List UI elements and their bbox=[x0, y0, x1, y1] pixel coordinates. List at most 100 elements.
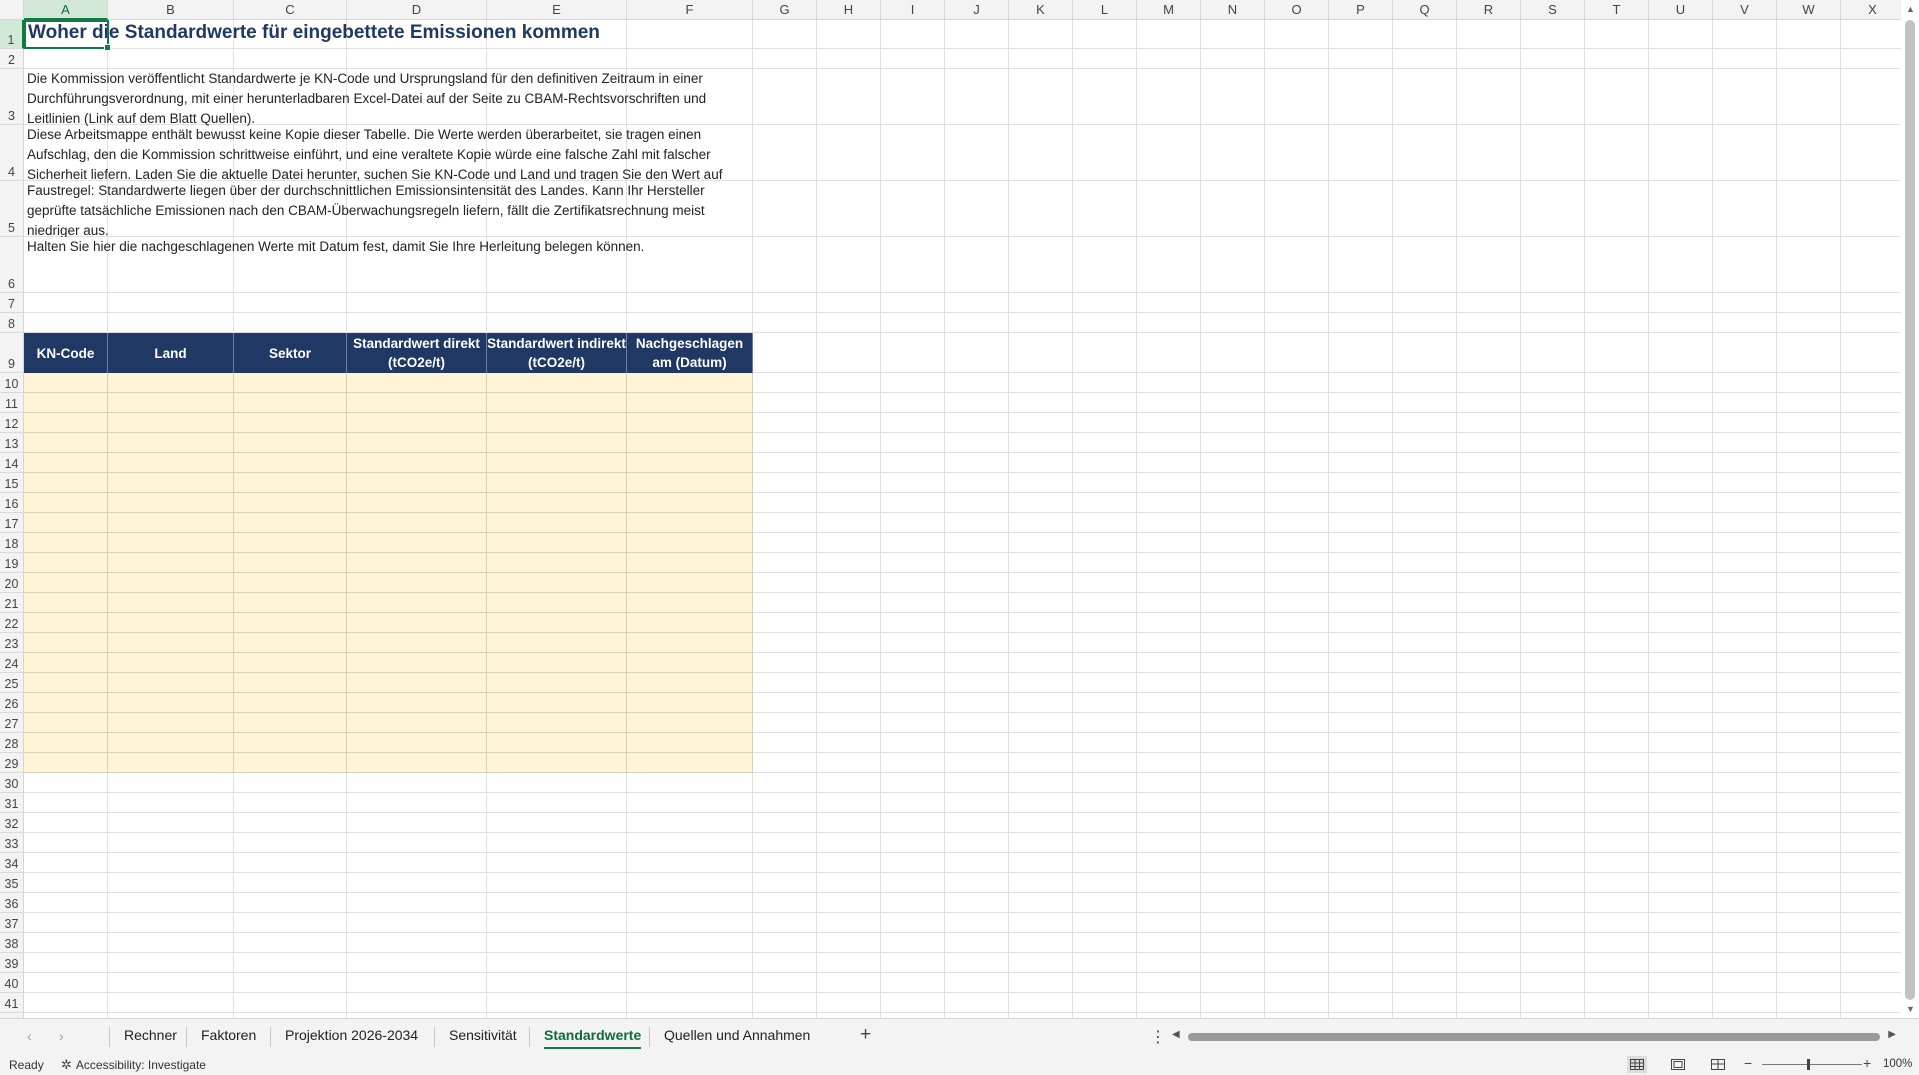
column-header-n[interactable]: N bbox=[1201, 0, 1265, 20]
input-cell-d26[interactable] bbox=[347, 693, 487, 713]
input-cell-e12[interactable] bbox=[487, 413, 627, 433]
column-header-o[interactable]: O bbox=[1265, 0, 1329, 20]
input-cell-d21[interactable] bbox=[347, 593, 487, 613]
input-cell-e24[interactable] bbox=[487, 653, 627, 673]
input-cell-a10[interactable] bbox=[24, 373, 108, 393]
input-cell-f21[interactable] bbox=[627, 593, 753, 613]
sheet-tab[interactable]: Standardwerte bbox=[544, 1027, 642, 1049]
accessibility-status[interactable]: ✲ Accessibility: Investigate bbox=[61, 1057, 206, 1073]
input-cell-a17[interactable] bbox=[24, 513, 108, 533]
row-header-1[interactable]: 1 bbox=[0, 20, 24, 49]
input-cell-f17[interactable] bbox=[627, 513, 753, 533]
input-cell-e29[interactable] bbox=[487, 753, 627, 773]
input-cell-e17[interactable] bbox=[487, 513, 627, 533]
input-cell-b29[interactable] bbox=[108, 753, 234, 773]
input-cell-f15[interactable] bbox=[627, 473, 753, 493]
input-cell-b28[interactable] bbox=[108, 733, 234, 753]
input-cell-c13[interactable] bbox=[234, 433, 347, 453]
row-header-20[interactable]: 20 bbox=[0, 573, 24, 593]
input-cell-a21[interactable] bbox=[24, 593, 108, 613]
input-cell-c20[interactable] bbox=[234, 573, 347, 593]
row-header-28[interactable]: 28 bbox=[0, 733, 24, 753]
input-cell-e18[interactable] bbox=[487, 533, 627, 553]
vertical-scrollbar[interactable]: ▲ ▼ bbox=[1901, 0, 1919, 1018]
input-cell-f28[interactable] bbox=[627, 733, 753, 753]
input-cell-a11[interactable] bbox=[24, 393, 108, 413]
column-header-k[interactable]: K bbox=[1009, 0, 1073, 20]
input-cell-e27[interactable] bbox=[487, 713, 627, 733]
input-cell-c14[interactable] bbox=[234, 453, 347, 473]
row-header-13[interactable]: 13 bbox=[0, 433, 24, 453]
row-header-27[interactable]: 27 bbox=[0, 713, 24, 733]
column-header-b[interactable]: B bbox=[108, 0, 234, 20]
input-cell-a18[interactable] bbox=[24, 533, 108, 553]
input-cell-b17[interactable] bbox=[108, 513, 234, 533]
row-header-29[interactable]: 29 bbox=[0, 753, 24, 773]
normal-view-button[interactable] bbox=[1627, 1056, 1647, 1073]
input-cell-b13[interactable] bbox=[108, 433, 234, 453]
select-all-corner[interactable] bbox=[0, 0, 24, 20]
input-cell-e13[interactable] bbox=[487, 433, 627, 453]
input-cell-e21[interactable] bbox=[487, 593, 627, 613]
input-cell-c29[interactable] bbox=[234, 753, 347, 773]
row-header-14[interactable]: 14 bbox=[0, 453, 24, 473]
column-header-r[interactable]: R bbox=[1457, 0, 1521, 20]
tab-scroll-right-icon[interactable]: › bbox=[59, 1028, 64, 1044]
input-cell-c26[interactable] bbox=[234, 693, 347, 713]
input-cell-e20[interactable] bbox=[487, 573, 627, 593]
row-header-31[interactable]: 31 bbox=[0, 793, 24, 813]
input-cell-b19[interactable] bbox=[108, 553, 234, 573]
row-header-33[interactable]: 33 bbox=[0, 833, 24, 853]
input-cell-f20[interactable] bbox=[627, 573, 753, 593]
input-cell-d11[interactable] bbox=[347, 393, 487, 413]
input-cell-e22[interactable] bbox=[487, 613, 627, 633]
row-header-40[interactable]: 40 bbox=[0, 973, 24, 993]
input-cell-f23[interactable] bbox=[627, 633, 753, 653]
column-header-u[interactable]: U bbox=[1649, 0, 1713, 20]
input-cell-b23[interactable] bbox=[108, 633, 234, 653]
input-cell-c22[interactable] bbox=[234, 613, 347, 633]
column-header-t[interactable]: T bbox=[1585, 0, 1649, 20]
sheet-tab[interactable]: Quellen und Annahmen bbox=[664, 1027, 810, 1043]
row-header-24[interactable]: 24 bbox=[0, 653, 24, 673]
row-header-19[interactable]: 19 bbox=[0, 553, 24, 573]
row-header-11[interactable]: 11 bbox=[0, 393, 24, 413]
input-cell-b18[interactable] bbox=[108, 533, 234, 553]
input-cell-f26[interactable] bbox=[627, 693, 753, 713]
input-cell-a28[interactable] bbox=[24, 733, 108, 753]
row-header-9[interactable]: 9 bbox=[0, 333, 24, 373]
column-header-e[interactable]: E bbox=[487, 0, 627, 20]
column-header-l[interactable]: L bbox=[1073, 0, 1137, 20]
input-cell-a27[interactable] bbox=[24, 713, 108, 733]
row-header-16[interactable]: 16 bbox=[0, 493, 24, 513]
input-cell-d20[interactable] bbox=[347, 573, 487, 593]
row-header-7[interactable]: 7 bbox=[0, 293, 24, 313]
input-cell-d23[interactable] bbox=[347, 633, 487, 653]
input-cell-c18[interactable] bbox=[234, 533, 347, 553]
row-header-36[interactable]: 36 bbox=[0, 893, 24, 913]
scroll-right-icon[interactable]: ▶ bbox=[1888, 1029, 1896, 1040]
add-sheet-button[interactable]: + bbox=[860, 1024, 871, 1046]
input-cell-a15[interactable] bbox=[24, 473, 108, 493]
input-cell-f19[interactable] bbox=[627, 553, 753, 573]
input-cell-a20[interactable] bbox=[24, 573, 108, 593]
row-header-2[interactable]: 2 bbox=[0, 49, 24, 69]
input-cell-f22[interactable] bbox=[627, 613, 753, 633]
input-cell-d18[interactable] bbox=[347, 533, 487, 553]
input-cell-c19[interactable] bbox=[234, 553, 347, 573]
row-header-3[interactable]: 3 bbox=[0, 69, 24, 125]
spreadsheet-grid[interactable]: KN-Code Land Sektor Standardwert direkt (tC… bbox=[0, 0, 1901, 1018]
input-cell-b22[interactable] bbox=[108, 613, 234, 633]
input-cell-d24[interactable] bbox=[347, 653, 487, 673]
zoom-out-button[interactable]: − bbox=[1744, 1055, 1752, 1071]
input-cell-b14[interactable] bbox=[108, 453, 234, 473]
input-cell-a24[interactable] bbox=[24, 653, 108, 673]
scroll-down-icon[interactable]: ▼ bbox=[1906, 1004, 1915, 1014]
input-cell-a29[interactable] bbox=[24, 753, 108, 773]
row-header-34[interactable]: 34 bbox=[0, 853, 24, 873]
table-header-cell[interactable]: KN-Code bbox=[24, 333, 108, 373]
input-cell-a16[interactable] bbox=[24, 493, 108, 513]
row-header-30[interactable]: 30 bbox=[0, 773, 24, 793]
column-header-q[interactable]: Q bbox=[1393, 0, 1457, 20]
column-header-j[interactable]: J bbox=[945, 0, 1009, 20]
